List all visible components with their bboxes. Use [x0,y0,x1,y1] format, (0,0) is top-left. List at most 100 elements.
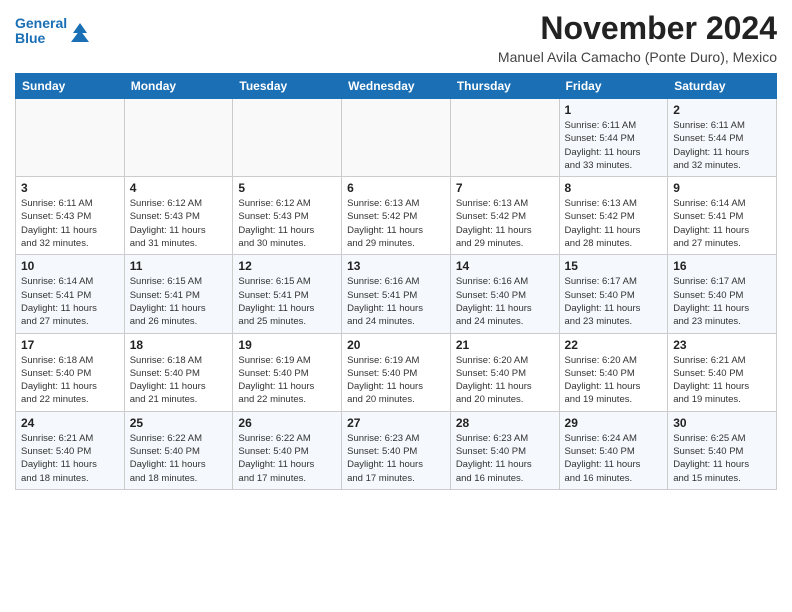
page-header: GeneralBlue November 2024 Manuel Avila C… [15,10,777,65]
calendar-cell: 14 Sunrise: 6:16 AM Sunset: 5:40 PM Dayli… [450,255,559,333]
calendar-cell: 23 Sunrise: 6:21 AM Sunset: 5:40 PM Dayli… [668,333,777,411]
day-info: Sunrise: 6:15 AM Sunset: 5:41 PM Dayligh… [238,275,336,328]
day-number: 30 [673,416,771,430]
calendar-cell: 8 Sunrise: 6:13 AM Sunset: 5:42 PM Daylig… [559,177,668,255]
weekday-header-wednesday: Wednesday [342,74,451,99]
day-info: Sunrise: 6:22 AM Sunset: 5:40 PM Dayligh… [130,432,228,485]
day-info: Sunrise: 6:22 AM Sunset: 5:40 PM Dayligh… [238,432,336,485]
weekday-header-tuesday: Tuesday [233,74,342,99]
day-number: 11 [130,259,228,273]
calendar-cell: 21Sunrise: 6:20 AM Sunset: 5:40 PM Dayli… [450,333,559,411]
day-info: Sunrise: 6:20 AM Sunset: 5:40 PM Dayligh… [565,354,663,407]
day-number: 15 [565,259,663,273]
calendar-cell: 27Sunrise: 6:23 AM Sunset: 5:40 PM Dayli… [342,411,451,489]
calendar-cell: 20 Sunrise: 6:19 AM Sunset: 5:40 PM Dayli… [342,333,451,411]
calendar-cell [124,99,233,177]
day-number: 24 [21,416,119,430]
day-number: 17 [21,338,119,352]
day-info: Sunrise: 6:13 AM Sunset: 5:42 PM Dayligh… [347,197,445,250]
day-info: Sunrise: 6:17 AM Sunset: 5:40 PM Dayligh… [673,275,771,328]
day-number: 25 [130,416,228,430]
day-info: Sunrise: 6:18 AM Sunset: 5:40 PM Dayligh… [21,354,119,407]
day-number: 20 [347,338,445,352]
logo-text: GeneralBlue [15,16,67,47]
day-info: Sunrise: 6:19 AM Sunset: 5:40 PM Dayligh… [347,354,445,407]
calendar-cell: 11 Sunrise: 6:15 AM Sunset: 5:41 PM Dayli… [124,255,233,333]
day-info: Sunrise: 6:12 AM Sunset: 5:43 PM Dayligh… [130,197,228,250]
day-info: Sunrise: 6:16 AM Sunset: 5:40 PM Dayligh… [456,275,554,328]
calendar-cell: 15 Sunrise: 6:17 AM Sunset: 5:40 PM Dayli… [559,255,668,333]
calendar-cell: 5 Sunrise: 6:12 AM Sunset: 5:43 PM Daylig… [233,177,342,255]
day-info: Sunrise: 6:15 AM Sunset: 5:41 PM Dayligh… [130,275,228,328]
day-number: 1 [565,103,663,117]
calendar-cell: 1Sunrise: 6:11 AM Sunset: 5:44 PM Daylig… [559,99,668,177]
day-number: 13 [347,259,445,273]
calendar-cell: 13Sunrise: 6:16 AM Sunset: 5:41 PM Dayli… [342,255,451,333]
day-number: 18 [130,338,228,352]
calendar-cell: 2 Sunrise: 6:11 AM Sunset: 5:44 PM Daylig… [668,99,777,177]
day-info: Sunrise: 6:21 AM Sunset: 5:40 PM Dayligh… [21,432,119,485]
day-number: 14 [456,259,554,273]
day-info: Sunrise: 6:14 AM Sunset: 5:41 PM Dayligh… [21,275,119,328]
calendar-cell: 7 Sunrise: 6:13 AM Sunset: 5:42 PM Daylig… [450,177,559,255]
day-number: 19 [238,338,336,352]
day-number: 29 [565,416,663,430]
logo: GeneralBlue [15,16,89,47]
calendar-cell: 19Sunrise: 6:19 AM Sunset: 5:40 PM Dayli… [233,333,342,411]
day-number: 9 [673,181,771,195]
calendar-cell: 28Sunrise: 6:23 AM Sunset: 5:40 PM Dayli… [450,411,559,489]
day-number: 23 [673,338,771,352]
calendar-cell: 3 Sunrise: 6:11 AM Sunset: 5:43 PM Daylig… [16,177,125,255]
day-info: Sunrise: 6:24 AM Sunset: 5:40 PM Dayligh… [565,432,663,485]
day-info: Sunrise: 6:21 AM Sunset: 5:40 PM Dayligh… [673,354,771,407]
day-number: 6 [347,181,445,195]
day-number: 12 [238,259,336,273]
calendar-cell [16,99,125,177]
calendar-cell [233,99,342,177]
day-info: Sunrise: 6:18 AM Sunset: 5:40 PM Dayligh… [130,354,228,407]
day-number: 4 [130,181,228,195]
day-info: Sunrise: 6:14 AM Sunset: 5:41 PM Dayligh… [673,197,771,250]
title-block: November 2024 Manuel Avila Camacho (Pont… [498,10,777,65]
calendar-cell: 10 Sunrise: 6:14 AM Sunset: 5:41 PM Dayli… [16,255,125,333]
day-number: 8 [565,181,663,195]
weekday-header-thursday: Thursday [450,74,559,99]
calendar-week-2: 3 Sunrise: 6:11 AM Sunset: 5:43 PM Daylig… [16,177,777,255]
day-info: Sunrise: 6:23 AM Sunset: 5:40 PM Dayligh… [347,432,445,485]
location-subtitle: Manuel Avila Camacho (Ponte Duro), Mexic… [498,49,777,65]
calendar-cell [450,99,559,177]
day-info: Sunrise: 6:13 AM Sunset: 5:42 PM Dayligh… [565,197,663,250]
calendar-cell: 17 Sunrise: 6:18 AM Sunset: 5:40 PM Dayli… [16,333,125,411]
calendar-week-1: 1 Sunrise: 6:11 AM Sunset: 5:44 PM Daylig… [16,99,777,177]
day-info: Sunrise: 6:11 AM Sunset: 5:44 PM Dayligh… [673,119,771,172]
day-number: 10 [21,259,119,273]
day-number: 16 [673,259,771,273]
day-number: 5 [238,181,336,195]
calendar-week-5: 24 Sunrise: 6:21 AM Sunset: 5:40 PM Dayli… [16,411,777,489]
calendar-cell: 25 Sunrise: 6:22 AM Sunset: 5:40 PM Dayli… [124,411,233,489]
day-info: Sunrise: 6:25 AM Sunset: 5:40 PM Dayligh… [673,432,771,485]
day-info: Sunrise: 6:13 AM Sunset: 5:42 PM Dayligh… [456,197,554,250]
calendar-cell: 24 Sunrise: 6:21 AM Sunset: 5:40 PM Dayli… [16,411,125,489]
calendar-cell [342,99,451,177]
day-number: 7 [456,181,554,195]
calendar-cell: 6 Sunrise: 6:13 AM Sunset: 5:42 PM Daylig… [342,177,451,255]
calendar-header-row: SundayMondayTuesdayWednesdayThursdayFrid… [16,74,777,99]
day-info: Sunrise: 6:11 AM Sunset: 5:43 PM Dayligh… [21,197,119,250]
day-number: 2 [673,103,771,117]
weekday-header-monday: Monday [124,74,233,99]
day-number: 3 [21,181,119,195]
weekday-header-sunday: Sunday [16,74,125,99]
calendar-cell: 26Sunrise: 6:22 AM Sunset: 5:40 PM Dayli… [233,411,342,489]
calendar-cell: 4 Sunrise: 6:12 AM Sunset: 5:43 PM Daylig… [124,177,233,255]
day-info: Sunrise: 6:12 AM Sunset: 5:43 PM Dayligh… [238,197,336,250]
weekday-header-saturday: Saturday [668,74,777,99]
calendar-cell: 18 Sunrise: 6:18 AM Sunset: 5:40 PM Dayli… [124,333,233,411]
day-number: 28 [456,416,554,430]
weekday-header-friday: Friday [559,74,668,99]
calendar-cell: 29 Sunrise: 6:24 AM Sunset: 5:40 PM Dayli… [559,411,668,489]
calendar-table: SundayMondayTuesdayWednesdayThursdayFrid… [15,73,777,490]
day-info: Sunrise: 6:17 AM Sunset: 5:40 PM Dayligh… [565,275,663,328]
calendar-cell: 12 Sunrise: 6:15 AM Sunset: 5:41 PM Dayli… [233,255,342,333]
calendar-cell: 9 Sunrise: 6:14 AM Sunset: 5:41 PM Daylig… [668,177,777,255]
